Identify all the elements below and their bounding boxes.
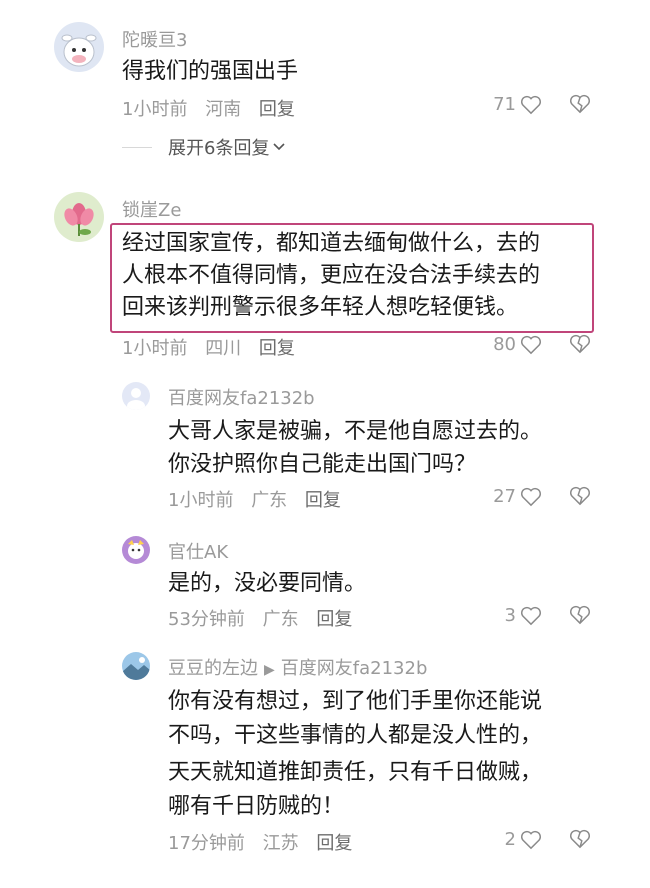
reply-button[interactable]: 回复 — [305, 490, 341, 511]
like-heart-icon — [521, 335, 541, 354]
like-button[interactable]: 2 — [505, 829, 542, 850]
dislike-button[interactable] — [568, 829, 592, 853]
comment-time: 17分钟前 — [168, 833, 245, 854]
avatar[interactable] — [122, 652, 150, 680]
username[interactable]: 锁崖Ze — [122, 196, 181, 222]
highlight-box — [110, 223, 594, 333]
dislike-broken-heart-icon — [570, 334, 590, 354]
comment-location: 广东 — [262, 609, 299, 630]
avatar[interactable] — [122, 536, 150, 564]
comment-text-line: 哪有千日防贼的！ — [168, 794, 345, 819]
comment-time: 53分钟前 — [168, 609, 245, 630]
divider-line — [122, 146, 152, 148]
flower-avatar-icon — [54, 192, 104, 242]
like-heart-icon — [521, 830, 541, 849]
avatar[interactable] — [54, 192, 104, 242]
comment-meta: 1小时前 四川 回复 — [122, 334, 307, 360]
avatar[interactable] — [122, 382, 150, 410]
like-count: 27 — [493, 486, 516, 507]
like-heart-icon — [521, 606, 541, 625]
dislike-broken-heart-icon — [570, 829, 590, 849]
username[interactable]: 百度网友fa2132b — [168, 384, 315, 410]
comment-location: 江苏 — [262, 833, 299, 854]
comment-text-line: 不吗，干这些事情的人都是没人性的， — [168, 723, 543, 748]
comment-text-line: 是的，没必要同情。 — [168, 571, 367, 596]
reply-to-username[interactable]: 百度网友fa2132b — [281, 658, 428, 679]
comment-location: 广东 — [251, 490, 288, 511]
like-count: 80 — [493, 334, 516, 355]
dislike-broken-heart-icon — [570, 605, 590, 625]
comment-text-line: 你没护照你自己能走出国门吗？ — [168, 452, 477, 477]
reply-button[interactable]: 回复 — [316, 609, 352, 630]
like-count: 3 — [504, 605, 516, 626]
dislike-button[interactable] — [568, 486, 592, 510]
chevron-down-icon — [273, 143, 286, 151]
reply-button[interactable]: 回复 — [316, 833, 352, 854]
like-button[interactable]: 71 — [493, 94, 542, 115]
username[interactable]: 官仕AK — [168, 538, 228, 564]
comment-meta: 17分钟前 江苏 回复 — [168, 829, 364, 855]
comment-meta: 1小时前 河南 回复 — [122, 95, 307, 121]
dislike-button[interactable] — [568, 334, 592, 358]
landscape-avatar-icon — [122, 652, 150, 680]
dislike-broken-heart-icon — [570, 486, 590, 506]
comment-meta: 1小时前 广东 回复 — [168, 486, 353, 512]
dislike-broken-heart-icon — [570, 94, 590, 114]
reply-header: 豆豆的左边 ▶ 百度网友fa2132b — [168, 654, 427, 680]
comment-time: 1小时前 — [168, 490, 234, 511]
comment-text-line: 天天就知道推卸责任，只有千日做贼， — [168, 760, 543, 785]
like-button[interactable]: 27 — [493, 486, 542, 507]
default-user-avatar-icon — [122, 382, 150, 410]
username[interactable]: 陀暖亘3 — [122, 26, 187, 52]
like-count: 2 — [504, 829, 516, 850]
reply-button[interactable]: 回复 — [259, 338, 295, 359]
like-heart-icon — [521, 95, 541, 114]
like-button[interactable]: 80 — [493, 334, 542, 355]
cow-avatar-icon — [54, 22, 104, 72]
dislike-button[interactable] — [568, 605, 592, 629]
dislike-button[interactable] — [568, 94, 592, 118]
comment-text: 得我们的强国出手 — [122, 59, 299, 84]
like-count: 71 — [493, 94, 516, 115]
comment-text-line: 你有没有想过，到了他们手里你还能说 — [168, 689, 543, 714]
expand-replies-button[interactable]: 展开6条回复 — [122, 134, 287, 160]
cartoon-avatar-icon — [122, 536, 150, 564]
like-button[interactable]: 3 — [505, 605, 542, 626]
comment-location: 河南 — [205, 99, 242, 120]
comment-text-line: 大哥人家是被骗，不是他自愿过去的。 — [168, 419, 543, 444]
reply-button[interactable]: 回复 — [259, 99, 295, 120]
like-heart-icon — [521, 487, 541, 506]
avatar[interactable] — [54, 22, 104, 72]
reply-arrow-icon: ▶ — [264, 662, 275, 678]
comment-time: 1小时前 — [122, 99, 188, 120]
comment-meta: 53分钟前 广东 回复 — [168, 605, 364, 631]
comment-time: 1小时前 — [122, 338, 188, 359]
username[interactable]: 豆豆的左边 — [168, 658, 258, 679]
comment-location: 四川 — [205, 338, 242, 359]
expand-replies-label: 展开6条回复 — [168, 138, 270, 159]
